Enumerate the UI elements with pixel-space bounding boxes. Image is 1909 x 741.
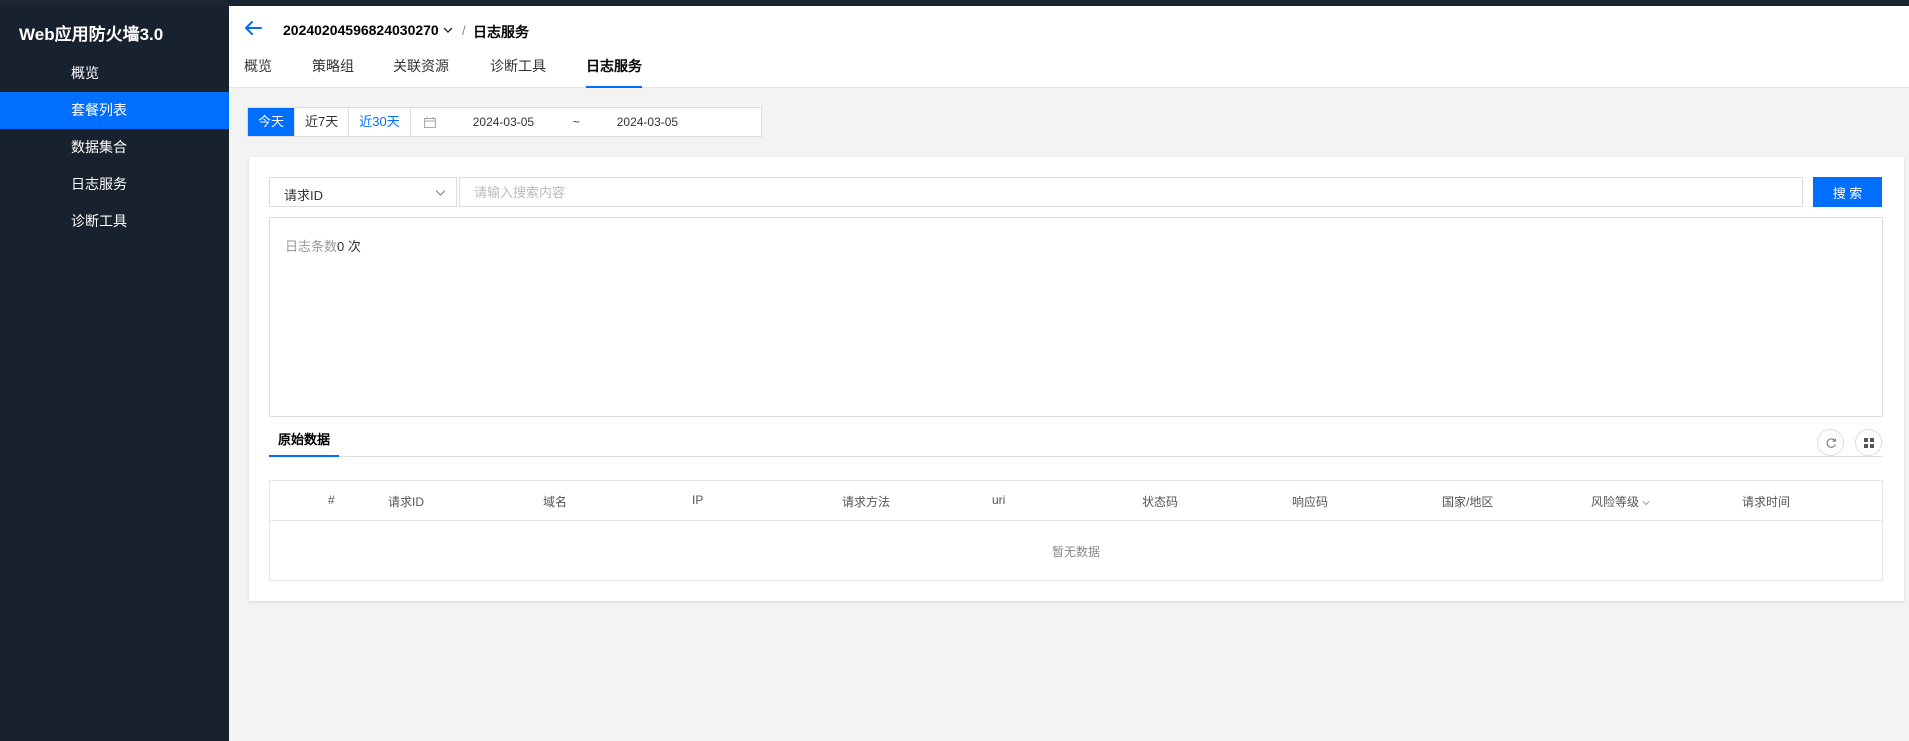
sidebar-item-data-collection[interactable]: 数据集合 xyxy=(0,129,229,166)
sort-down-icon xyxy=(1643,500,1650,506)
sidebar-item-diagnostic-tools[interactable]: 诊断工具 xyxy=(0,203,229,240)
date-7days-button[interactable]: 近7天 xyxy=(295,108,350,136)
page-header: 20240204596824030270 / 日志服务 概览 策略组 关联资源 … xyxy=(229,6,1909,88)
grid-icon xyxy=(1863,437,1874,448)
date-filter: 今天 近7天 近30天 2024-03-05 ~ 2024-03-05 xyxy=(247,107,762,137)
column-settings-button[interactable] xyxy=(1855,429,1882,456)
chevron-down-icon xyxy=(443,27,453,33)
search-field-select[interactable]: 请求ID xyxy=(269,177,457,207)
column-header-uri: uri xyxy=(992,493,1006,507)
date-end: 2024-03-05 xyxy=(616,115,679,129)
column-header-country: 国家/地区 xyxy=(1442,495,1494,509)
date-range-picker[interactable]: 2024-03-05 ~ 2024-03-05 xyxy=(411,108,761,136)
column-header-method: 请求方法 xyxy=(842,495,891,509)
table-header: # 请求ID 域名 IP 请求方法 uri 状态码 响应码 国家/地区 风险等级… xyxy=(270,481,1882,521)
date-30days-button[interactable]: 近30天 xyxy=(349,108,411,136)
search-input[interactable] xyxy=(459,177,1803,207)
column-header-status-code: 状态码 xyxy=(1142,495,1179,509)
column-header-request-time: 请求时间 xyxy=(1742,495,1791,509)
column-header-ip: IP xyxy=(692,493,704,507)
column-header-request-id: 请求ID xyxy=(388,495,425,509)
empty-state: 暂无数据 xyxy=(1051,545,1100,559)
breadcrumb-current: 日志服务 xyxy=(473,24,529,40)
calendar-icon xyxy=(423,117,436,128)
log-summary-panel: 日志条数0 次 xyxy=(269,217,1883,417)
date-separator: ~ xyxy=(572,115,580,129)
log-card: 请求ID 搜 索 日志条数0 次 原始数据 # 请求ID 域名 IP xyxy=(249,157,1904,601)
raw-data-tabs: 原始数据 xyxy=(269,427,1883,457)
refresh-button[interactable] xyxy=(1817,429,1844,456)
sidebar-nav: 概览 套餐列表 数据集合 日志服务 诊断工具 xyxy=(0,55,229,240)
instance-selector[interactable]: 20240204596824030270 xyxy=(283,22,454,38)
app-title: Web应用防火墙3.0 xyxy=(19,25,164,44)
log-count-value: 0 次 xyxy=(337,239,361,254)
tab-log-service[interactable]: 日志服务 xyxy=(586,56,642,88)
tab-related-resources[interactable]: 关联资源 xyxy=(393,56,449,88)
search-button[interactable]: 搜 索 xyxy=(1813,177,1882,207)
sidebar-item-package-list[interactable]: 套餐列表 xyxy=(0,92,229,129)
date-today-button[interactable]: 今天 xyxy=(248,108,296,136)
tab-overview[interactable]: 概览 xyxy=(244,56,272,88)
sidebar-item-overview[interactable]: 概览 xyxy=(0,55,229,92)
date-start: 2024-03-05 xyxy=(472,115,535,129)
column-header-domain: 域名 xyxy=(543,495,568,509)
back-arrow-icon[interactable] xyxy=(243,19,263,37)
log-count: 日志条数0 次 xyxy=(285,236,361,255)
raw-data-table: # 请求ID 域名 IP 请求方法 uri 状态码 响应码 国家/地区 风险等级… xyxy=(269,480,1883,581)
column-header-risk-level-label: 风险等级 xyxy=(1591,495,1640,509)
search-field-value: 请求ID xyxy=(284,188,324,203)
refresh-icon xyxy=(1826,437,1836,448)
sidebar: Web应用防火墙3.0 概览 套餐列表 数据集合 日志服务 诊断工具 xyxy=(0,0,229,741)
instance-id: 20240204596824030270 xyxy=(283,22,439,38)
tab-diagnostic-tools[interactable]: 诊断工具 xyxy=(490,56,546,88)
tab-policy-group[interactable]: 策略组 xyxy=(312,56,354,88)
chevron-down-icon xyxy=(435,190,446,196)
column-header-response-code: 响应码 xyxy=(1292,495,1329,509)
tab-raw-data[interactable]: 原始数据 xyxy=(269,427,340,457)
sidebar-item-log-service[interactable]: 日志服务 xyxy=(0,166,229,203)
column-header-risk-level[interactable]: 风险等级 xyxy=(1591,493,1650,510)
column-header-index: # xyxy=(328,493,335,507)
log-count-label: 日志条数 xyxy=(285,239,338,254)
breadcrumb-separator: / xyxy=(462,23,466,38)
